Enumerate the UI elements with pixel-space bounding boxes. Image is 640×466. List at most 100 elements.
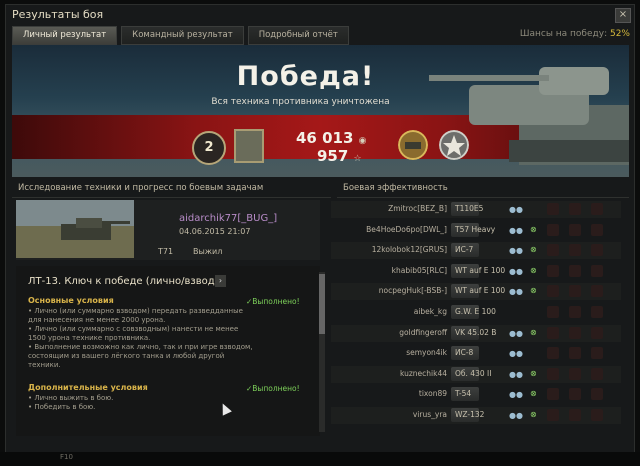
- crit-slot-icon: [591, 203, 603, 215]
- assist-icon: ⊗: [530, 369, 537, 378]
- efficiency-row[interactable]: nocpegHuk[-BSB-] WT auf E 100 ●● ⊗: [331, 283, 621, 300]
- spotted-icon: ●●: [509, 205, 523, 214]
- crit-slot-icon: [591, 368, 603, 380]
- extra-conditions-done: ✓Выполнено!: [246, 384, 300, 393]
- win-chance: Шансы на победу: 52%: [520, 29, 630, 39]
- crit-slot-icon: [591, 244, 603, 256]
- xp-value: 957: [317, 147, 349, 165]
- damage-slot-icon: [547, 224, 559, 236]
- rank-medal: 2: [192, 131, 226, 165]
- row-player-name: 12kolobok12[GRUS]: [371, 245, 447, 254]
- row-tank-name: WT auf E 100: [455, 266, 506, 275]
- crit-slot-icon: [591, 306, 603, 318]
- scrollbar-thumb[interactable]: [319, 274, 325, 334]
- crit-slot-icon: [591, 285, 603, 297]
- assist-icon: ⊗: [530, 225, 537, 234]
- player-name: aidarchik77[_BUG_]: [179, 213, 278, 224]
- damage-slot-icon: [547, 388, 559, 400]
- efficiency-row[interactable]: 12kolobok12[GRUS] ИС-7 ●● ⊗: [331, 242, 621, 259]
- kill-slot-icon: [569, 409, 581, 421]
- spotted-icon: ●●: [509, 349, 523, 358]
- credits-value: 46 013: [296, 129, 354, 147]
- extra-conditions-label: Дополнительные условия: [28, 383, 148, 392]
- xp-icon: ☆: [353, 154, 362, 164]
- efficiency-row[interactable]: semyon4ik ИС-8 ●●: [331, 345, 621, 362]
- efficiency-row[interactable]: kuznechik44 Об. 430 II ●● ⊗: [331, 366, 621, 383]
- tab-detailed[interactable]: Подробный отчёт: [247, 26, 349, 45]
- kill-slot-icon: [569, 224, 581, 236]
- xp-earned: 957 ☆: [317, 147, 362, 165]
- research-panel-header: Исследование техники и прогресс по боевы…: [12, 183, 331, 198]
- window-title: Результаты боя: [12, 8, 104, 21]
- condition-line: 1500 урона технике противника.: [28, 334, 151, 342]
- damage-slot-icon: [547, 306, 559, 318]
- condition-line: • Выполнение возможно как лично, так и п…: [28, 343, 253, 351]
- spotted-icon: ●●: [509, 226, 523, 235]
- row-player-name: khabib05[RLC]: [391, 266, 447, 275]
- row-tank-name: VK 45.02 B: [455, 328, 497, 337]
- row-player-name: kuznechik44: [399, 369, 447, 378]
- crit-slot-icon: [591, 347, 603, 359]
- spotted-icon: ●●: [509, 287, 523, 296]
- condition-line: • Лично (или суммарно взводом) передать …: [28, 307, 243, 315]
- efficiency-row[interactable]: tixon89 T-54 ●● ⊗: [331, 386, 621, 403]
- efficiency-row[interactable]: aibek_kg G.W. E 100: [331, 304, 621, 321]
- spotted-icon: ●●: [509, 411, 523, 420]
- efficiency-row[interactable]: goldfingeroff VK 45.02 B ●● ⊗: [331, 325, 621, 342]
- close-button[interactable]: ×: [615, 8, 631, 23]
- condition-line: состоящим из вашего лёгкого танка и любо…: [28, 352, 225, 360]
- assist-icon: ⊗: [530, 389, 537, 398]
- damage-slot-icon: [547, 265, 559, 277]
- efficiency-row[interactable]: Zmitroc[BEZ_B] T110E5 ●●: [331, 201, 621, 218]
- row-tank-name: T110E5: [455, 204, 484, 213]
- condition-line: • Лично (или суммарно с совзводным) нане…: [28, 325, 239, 333]
- tab-personal[interactable]: Личный результат: [12, 26, 118, 45]
- row-player-name: nocpegHuk[-BSB-]: [378, 286, 447, 295]
- vehicle-card: aidarchik77[_BUG_] 04.06.2015 21:07 T71 …: [16, 200, 320, 260]
- victory-banner: Победа! Вся техника противника уничтожен…: [12, 45, 629, 177]
- assist-icon: ⊗: [530, 328, 537, 337]
- row-player-name: semyon4ik: [406, 348, 447, 357]
- row-tank-name: G.W. E 100: [455, 307, 496, 316]
- assist-icon: ⊗: [530, 266, 537, 275]
- crit-slot-icon: [591, 388, 603, 400]
- damage-slot-icon: [547, 409, 559, 421]
- achievement-star-icon[interactable]: [439, 130, 469, 160]
- mission-card: ЛТ-13. Ключ к победе (лично/взвод) › Осн…: [16, 266, 320, 436]
- spotted-icon: ●●: [509, 246, 523, 255]
- efficiency-row[interactable]: virus_yra WZ-132 ●● ⊗: [331, 407, 621, 424]
- mission-scrollbar[interactable]: [319, 272, 325, 432]
- tab-team[interactable]: Командный результат: [121, 26, 244, 45]
- titlebar: Результаты боя ×: [6, 5, 634, 27]
- bottom-hint: F10: [60, 453, 73, 461]
- efficiency-row[interactable]: Be4HoeDo6po[DWL_] T57 Heavy ●● ⊗: [331, 222, 621, 239]
- row-player-name: virus_yra: [412, 410, 447, 419]
- row-player-name: tixon89: [418, 389, 447, 398]
- crit-slot-icon: [591, 409, 603, 421]
- row-tank-name: T57 Heavy: [455, 225, 496, 234]
- battle-date: 04.06.2015 21:07: [179, 227, 251, 236]
- damage-slot-icon: [547, 285, 559, 297]
- damage-slot-icon: [547, 368, 559, 380]
- kill-slot-icon: [569, 347, 581, 359]
- crit-slot-icon: [591, 265, 603, 277]
- row-tank-name: T-54: [455, 389, 472, 398]
- kill-slot-icon: [569, 265, 581, 277]
- damage-slot-icon: [547, 203, 559, 215]
- main-conditions-done: ✓Выполнено!: [246, 297, 300, 306]
- row-tank-name: WZ-132: [455, 410, 485, 419]
- bottom-bar: F10: [0, 452, 640, 466]
- row-player-name: goldfingeroff: [399, 328, 447, 337]
- row-tank-name: WT auf E 100: [455, 286, 506, 295]
- vehicle-screenshot: [16, 200, 134, 258]
- kill-slot-icon: [569, 388, 581, 400]
- tab-bar: Личный результат Командный результат Под…: [12, 26, 349, 45]
- win-chance-label: Шансы на победу:: [519, 29, 608, 39]
- victory-subtitle: Вся техника противника уничтожена: [211, 97, 390, 107]
- achievement-medal-icon[interactable]: [398, 130, 428, 160]
- condition-line: техники.: [28, 361, 61, 369]
- victory-headline: Победа!: [236, 61, 375, 92]
- row-tank-name: ИС-7: [455, 245, 474, 254]
- mission-arrow-button[interactable]: ›: [215, 275, 226, 287]
- efficiency-row[interactable]: khabib05[RLC] WT auf E 100 ●● ⊗: [331, 263, 621, 280]
